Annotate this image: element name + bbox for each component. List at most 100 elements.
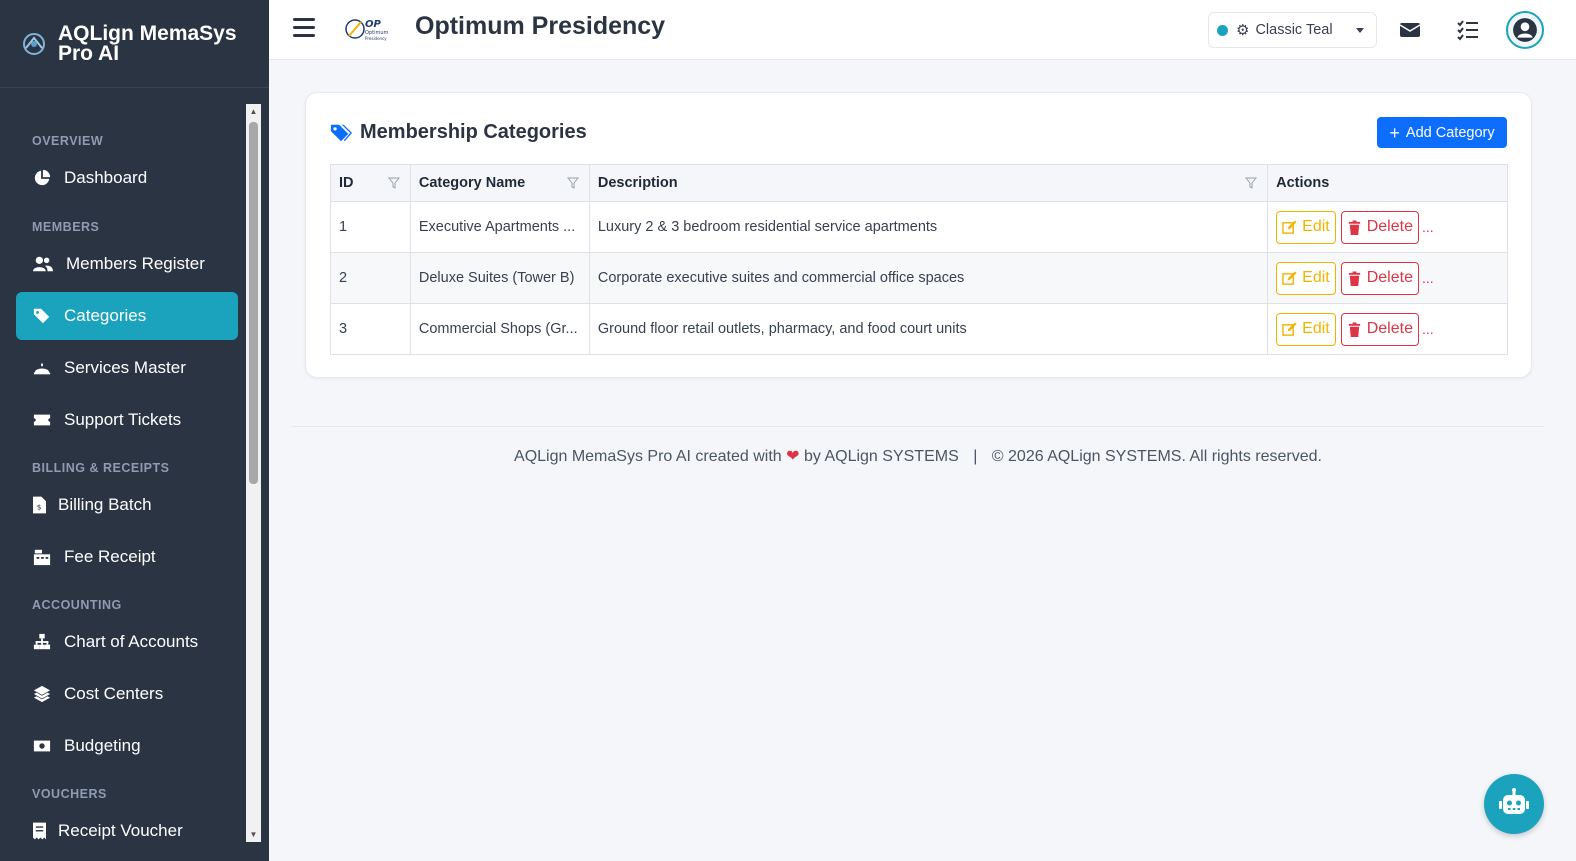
column-label: Category Name: [418, 175, 526, 191]
add-category-label: Add Category: [1405, 124, 1495, 141]
envelope-icon[interactable]: [1398, 18, 1422, 42]
delete-label: Delete: [1366, 269, 1413, 286]
sidebar-item-label: Fee Receipt: [64, 547, 156, 566]
sidebar-scrollbar[interactable]: ▲ ▼: [246, 104, 261, 842]
more-actions[interactable]: ...: [1422, 321, 1434, 337]
tags-icon: [32, 306, 52, 326]
footer-credit-suffix: by AQLign SYSTEMS: [804, 448, 959, 465]
delete-button[interactable]: Delete: [1340, 210, 1419, 244]
more-actions[interactable]: ...: [1422, 219, 1434, 235]
edit-label: Edit: [1302, 320, 1330, 337]
plus-icon: +: [1389, 122, 1400, 143]
scroll-down-arrow-icon[interactable]: ▼: [246, 827, 261, 842]
column-header-id[interactable]: ID: [330, 164, 411, 202]
trash-icon: [1348, 321, 1360, 337]
bell-concierge-icon: [32, 358, 52, 378]
edit-button[interactable]: Edit: [1276, 210, 1336, 244]
scroll-thumb[interactable]: [249, 122, 258, 484]
money-bill-icon: [32, 736, 52, 756]
section-accounting: ACCOUNTING: [32, 598, 122, 612]
sidebar-item-label: Services Master: [64, 358, 186, 377]
theme-color-dot: [1217, 24, 1228, 36]
cell-id: 1: [330, 201, 411, 253]
sidebar-item-support-tickets[interactable]: Support Tickets: [16, 396, 238, 444]
sidebar-item-cost-centers[interactable]: Cost Centers: [16, 670, 238, 718]
sidebar-item-label: Members Register: [66, 254, 205, 273]
brand[interactable]: AQLign MemaSys Pro AI: [0, 0, 269, 88]
delete-button[interactable]: Delete: [1340, 261, 1419, 295]
file-invoice-icon: $: [32, 495, 46, 515]
filter-icon[interactable]: [1245, 177, 1258, 189]
sidebar-nav: OVERVIEW Dashboard MEMBERS Members Regis…: [0, 104, 246, 854]
logo-text: OP: [365, 19, 382, 30]
company-logo: OP Optimum Presidency: [345, 19, 388, 41]
categories-card: Membership Categories + Add Category ID …: [305, 92, 1532, 378]
footer-credit-prefix: AQLign MemaSys Pro AI created with: [514, 448, 782, 465]
column-header-actions: Actions: [1267, 164, 1508, 202]
theme-select[interactable]: ⚙ Classic Teal: [1208, 12, 1377, 48]
delete-button[interactable]: Delete: [1340, 312, 1419, 346]
trash-icon: [1348, 270, 1360, 286]
trash-icon: [1348, 219, 1360, 235]
heart-icon: ❤: [786, 448, 800, 465]
sidebar-item-label: Cost Centers: [64, 684, 164, 703]
sidebar-item-label: Support Tickets: [64, 410, 182, 429]
section-vouchers: VOUCHERS: [32, 787, 107, 801]
edit-button[interactable]: Edit: [1276, 312, 1336, 346]
sidebar-item-label: Chart of Accounts: [64, 632, 199, 651]
sidebar-item-budgeting[interactable]: Budgeting: [16, 722, 238, 770]
column-header-description[interactable]: Description: [588, 164, 1269, 202]
footer-separator: |: [973, 448, 978, 465]
cell-category-name: Deluxe Suites (Tower B): [409, 252, 590, 304]
sidebar-item-services-master[interactable]: Services Master: [16, 344, 238, 392]
sidebar-item-members-register[interactable]: Members Register: [16, 240, 238, 288]
cell-description: Ground floor retail outlets, pharmacy, a…: [588, 303, 1269, 355]
theme-selected-label: Classic Teal: [1255, 22, 1333, 38]
edit-label: Edit: [1302, 269, 1330, 286]
delete-label: Delete: [1366, 320, 1413, 337]
sidebar-item-receipt-voucher[interactable]: Receipt Voucher: [16, 807, 238, 854]
users-icon: [32, 254, 54, 274]
sidebar-item-chart-of-accounts[interactable]: Chart of Accounts: [16, 618, 238, 666]
table-row: 2 Deluxe Suites (Tower B) Corporate exec…: [330, 252, 1508, 304]
task-list-icon[interactable]: [1456, 18, 1480, 42]
footer: AQLign MemaSys Pro AI created with ❤ by …: [292, 446, 1544, 466]
edit-icon: [1282, 270, 1297, 285]
sitemap-icon: [32, 632, 52, 652]
gear-icon: ⚙: [1236, 22, 1250, 39]
section-overview: OVERVIEW: [32, 134, 104, 148]
column-header-category-name[interactable]: Category Name: [409, 164, 590, 202]
sidebar-item-label: Receipt Voucher: [58, 821, 183, 840]
section-members: MEMBERS: [32, 220, 100, 234]
more-actions[interactable]: ...: [1422, 270, 1434, 286]
column-label: Actions: [1276, 175, 1330, 191]
add-category-button[interactable]: + Add Category: [1377, 117, 1507, 148]
filter-icon[interactable]: [387, 177, 400, 189]
edit-button[interactable]: Edit: [1276, 261, 1336, 295]
edit-icon: [1282, 219, 1297, 234]
cell-category-name: Commercial Shops (Gr...: [409, 303, 590, 355]
edit-label: Edit: [1302, 218, 1330, 235]
cell-description: Luxury 2 & 3 bedroom residential service…: [588, 201, 1269, 253]
user-avatar[interactable]: [1506, 11, 1544, 49]
card-heading: Membership Categories: [330, 121, 587, 144]
menu-toggle-icon[interactable]: [293, 18, 315, 38]
user-icon: [1513, 18, 1537, 42]
svg-text:Presidency: Presidency: [365, 36, 387, 41]
layer-group-icon: [32, 684, 52, 704]
cell-id: 3: [330, 303, 411, 355]
sidebar-item-fee-receipt[interactable]: Fee Receipt: [16, 533, 238, 581]
receipt-icon: [32, 821, 46, 841]
scroll-up-arrow-icon[interactable]: ▲: [246, 104, 261, 119]
sidebar-item-categories[interactable]: Categories: [16, 292, 238, 340]
cell-id: 2: [330, 252, 411, 304]
sidebar-item-billing-batch[interactable]: $ Billing Batch: [16, 481, 238, 529]
footer-divider: [292, 426, 1544, 427]
filter-icon[interactable]: [566, 177, 579, 189]
sidebar-item-label: Dashboard: [64, 168, 148, 187]
chart-pie-icon: [32, 168, 52, 188]
cell-actions: Edit Delete...: [1267, 252, 1508, 304]
brand-name: AQLign MemaSys Pro AI: [58, 21, 237, 65]
sidebar-item-dashboard[interactable]: Dashboard: [16, 154, 238, 202]
chatbot-button[interactable]: [1484, 774, 1544, 834]
